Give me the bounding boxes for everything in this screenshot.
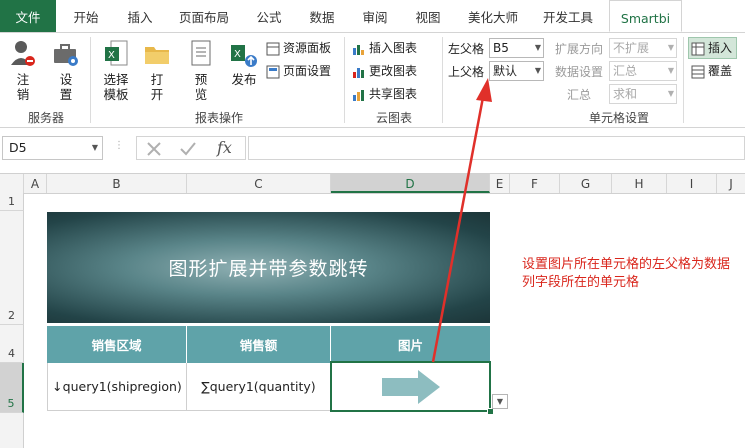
resize-dots-icon: ⋮ [114,140,124,151]
tab-data[interactable]: 数据 [298,0,346,32]
data-setting-select[interactable]: 汇总 ▼ [609,61,677,81]
tab-page-layout[interactable]: 页面布局 [170,0,238,32]
fill-handle[interactable] [487,408,494,415]
chevron-down-icon: ▼ [667,43,674,52]
share-chart-icon [353,89,364,101]
banner-title: 图形扩展并带参数跳转 [168,258,369,280]
enter-check-icon[interactable] [179,140,197,158]
formula-bar: D5 ▼ ⋮ fx [0,128,745,172]
left-parent-label: 左父格 [448,42,485,56]
divider [683,37,684,123]
svg-text:X: X [234,49,241,60]
annotation-text: 设置图片所在单元格的左父格为数据列字段所在的单元格 [522,257,731,290]
folder-icon [145,47,169,64]
page-setup-button[interactable]: 页面设置 [266,61,331,81]
document-icon [191,40,211,66]
row-header[interactable] [0,413,24,448]
arrow-right-icon [381,369,440,404]
tab-smartbi[interactable]: Smartbi [609,0,682,32]
change-chart-icon [353,67,364,78]
insert-button[interactable]: 插入 [688,37,738,59]
cell-dropdown-button[interactable]: ▼ [492,394,508,409]
grid-insert-icon [691,42,705,55]
expand-direction-select[interactable]: 不扩展 ▼ [609,38,677,58]
tab-insert[interactable]: 插入 [116,0,164,32]
user-icon [11,41,35,66]
column-header[interactable]: B [47,174,187,193]
preview-button[interactable]: 预 览 [186,39,216,102]
grid-overwrite-icon [691,65,705,78]
chevron-down-icon: ▼ [534,66,541,75]
report-group-label: 报表操作 [194,111,243,125]
tab-formulas[interactable]: 公式 [245,0,293,32]
column-header[interactable]: A [24,174,47,193]
ribbon-tab-bar: 文件 开始 插入 页面布局 公式 数据 审阅 视图 美化大师 开发工具 Smar… [0,0,745,33]
open-button[interactable]: 打 开 [142,39,172,102]
row-header-selected[interactable]: 5 [0,363,24,413]
insert-function-icon[interactable]: fx [217,138,232,157]
select-all-corner[interactable] [0,174,24,193]
tab-home[interactable]: 开始 [62,0,110,32]
table-cell-sales[interactable]: ∑query1(quantity) [187,363,331,411]
bar-chart-icon [353,44,364,55]
settings-button[interactable]: 设 置 [50,39,82,102]
divider [344,37,345,123]
divider [90,37,91,123]
logout-button[interactable]: 注 销 [8,39,38,102]
resource-panel-button[interactable]: 资源面板 [266,38,331,58]
toolbox-gear-icon [54,44,78,66]
tab-file[interactable]: 文件 [0,0,56,32]
name-box[interactable]: D5 ▼ [2,136,103,160]
tab-review[interactable]: 审阅 [351,0,399,32]
chevron-down-icon: ▼ [91,143,98,152]
tab-developer[interactable]: 开发工具 [534,0,602,32]
page-setup-icon [266,65,280,78]
share-chart-button[interactable]: 共享图表 [352,84,417,104]
summary-label: 汇总 [567,88,592,102]
panel-icon [266,42,280,55]
tab-view[interactable]: 视图 [404,0,452,32]
column-header[interactable]: F [510,174,560,193]
expand-direction-label: 扩展方向 [555,42,604,56]
table-header-region[interactable]: 销售区域 [47,326,187,363]
publish-button[interactable]: X 发布 [224,39,264,87]
chevron-down-icon: ▼ [496,397,504,406]
change-chart-button[interactable]: 更改图表 [352,61,417,81]
cancel-icon[interactable] [145,140,163,158]
column-headers: A B C D E F G H I J [0,173,745,194]
tab-beautify[interactable]: 美化大师 [458,0,528,32]
server-group-label: 服务器 [27,111,64,125]
summary-select[interactable]: 求和 ▼ [609,84,677,104]
column-header[interactable]: C [187,174,331,193]
column-header[interactable]: G [560,174,612,193]
ribbon: 注 销 设 置 服务器 X 选择 模板 打 开 预 览 X 发布 资源面板 页面… [0,33,745,128]
data-setting-label: 数据设置 [555,65,604,79]
row-header[interactable]: 4 [0,325,24,363]
overwrite-button[interactable]: 覆盖 [691,61,732,81]
cell-settings-group-label: 单元格设置 [588,111,649,125]
column-header[interactable]: I [667,174,717,193]
chevron-down-icon: ▼ [667,89,674,98]
table-header-sales[interactable]: 销售额 [187,326,331,363]
chevron-down-icon: ▼ [667,66,674,75]
column-header[interactable]: J [717,174,745,193]
excel-template-icon: X [105,40,128,66]
svg-text:X: X [108,50,115,61]
publish-icon: X [231,45,257,67]
formula-buttons: fx [136,136,246,160]
left-parent-select[interactable]: B5 ▼ [489,38,544,58]
chevron-down-icon: ▼ [534,43,541,52]
row-header[interactable]: 2 [0,211,24,325]
table-cell-region[interactable]: ↓query1(shipregion) [47,363,187,411]
select-template-button[interactable]: X 选择 模板 [98,39,134,102]
annotation-arrow-icon [431,78,492,363]
column-header[interactable]: H [612,174,667,193]
insert-chart-button[interactable]: 插入图表 [352,38,417,58]
row-header[interactable]: 1 [0,193,24,211]
